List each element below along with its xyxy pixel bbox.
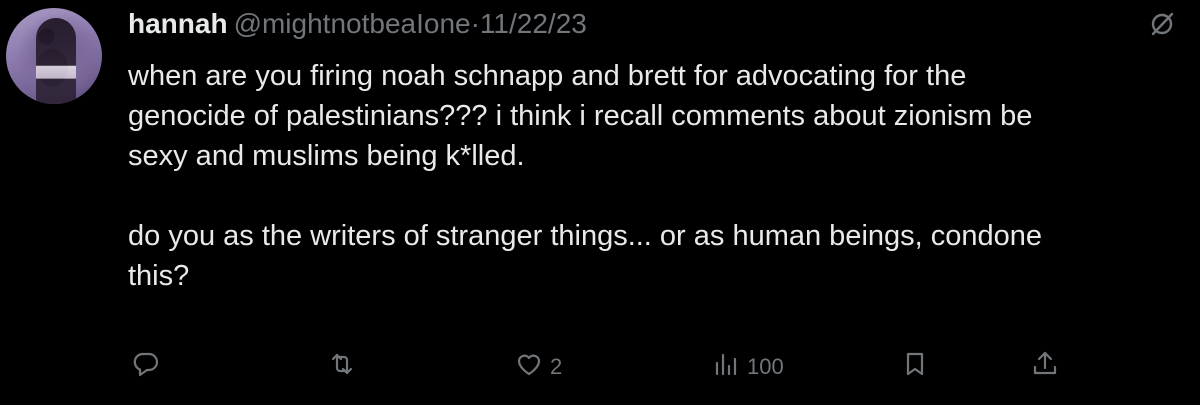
header-separator: · xyxy=(470,8,480,39)
reply-icon xyxy=(131,349,161,385)
share-button[interactable] xyxy=(1030,342,1060,392)
tweet-header: hannah @mightnotbeaIone·11/22/23 xyxy=(128,4,587,44)
tweet-text-line: sexy and muslims being k*lled. xyxy=(128,140,525,172)
bookmark-button[interactable] xyxy=(900,342,930,392)
heart-icon xyxy=(514,349,544,385)
views-button[interactable]: 100 xyxy=(711,342,784,392)
tweet-date[interactable]: 11/22/23 xyxy=(480,8,587,39)
author-display-name[interactable]: hannah xyxy=(128,8,228,39)
tweet-text-line: this? xyxy=(128,260,190,292)
grok-icon[interactable] xyxy=(1148,10,1176,38)
analytics-icon xyxy=(711,349,741,385)
user-avatar[interactable] xyxy=(6,8,102,104)
avatar-figure xyxy=(36,18,76,104)
tweet-text-line: do you as the writers of stranger things… xyxy=(128,220,1043,252)
share-icon xyxy=(1030,349,1060,385)
tweet-text-line: when are you firing noah schnapp and bre… xyxy=(128,60,967,92)
like-count: 2 xyxy=(550,354,563,379)
tweet: hannah @mightnotbeaIone·11/22/23 when are… xyxy=(0,0,1200,405)
tweet-text-line: genocide of palestinians??? i think i re… xyxy=(128,100,1033,132)
author-handle[interactable]: @mightnotbeaIone xyxy=(234,8,471,39)
tweet-text: when are you firing noah schnapp and bre… xyxy=(128,56,1200,296)
views-count: 100 xyxy=(747,354,784,379)
reply-button[interactable] xyxy=(131,342,161,392)
retweet-button[interactable] xyxy=(327,342,357,392)
bookmark-icon xyxy=(900,349,930,385)
tweet-action-bar: 2 100 xyxy=(0,342,1200,392)
like-button[interactable]: 2 xyxy=(514,342,562,392)
retweet-icon xyxy=(327,349,357,385)
